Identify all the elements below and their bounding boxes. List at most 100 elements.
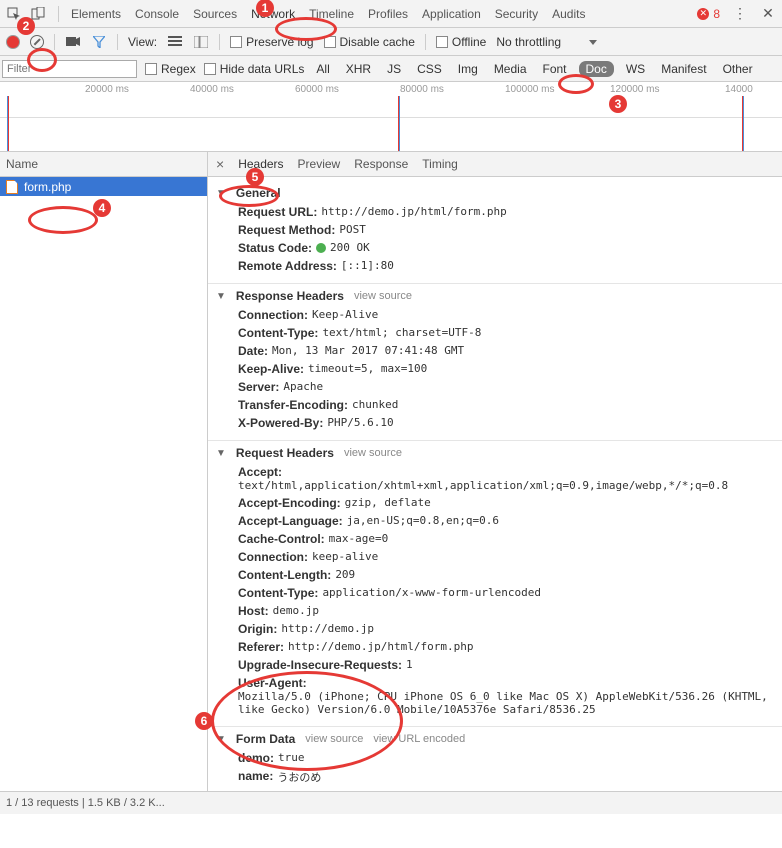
panel-tabs: Elements Console Sources Network Timelin… bbox=[71, 1, 685, 27]
network-toolbar: View: Preserve log Disable cache Offline… bbox=[0, 28, 782, 56]
tab-timeline[interactable]: Timeline bbox=[309, 1, 354, 27]
separator bbox=[425, 34, 426, 50]
preserve-log-checkbox[interactable]: Preserve log bbox=[230, 35, 313, 49]
column-header-name[interactable]: Name bbox=[0, 152, 207, 177]
camera-icon[interactable] bbox=[65, 34, 81, 50]
v: Mon, 13 Mar 2017 07:41:48 GMT bbox=[272, 344, 464, 358]
tab-response[interactable]: Response bbox=[354, 152, 408, 176]
section-title: Request Headers bbox=[236, 446, 334, 460]
clear-button[interactable] bbox=[30, 35, 44, 49]
separator bbox=[58, 6, 59, 22]
v: demo.jp bbox=[273, 604, 319, 618]
chip-media[interactable]: Media bbox=[490, 60, 531, 78]
tab-application[interactable]: Application bbox=[422, 1, 481, 27]
view-source-link[interactable]: view source bbox=[354, 290, 412, 302]
tab-sources[interactable]: Sources bbox=[193, 1, 237, 27]
k: name: bbox=[238, 769, 273, 785]
k: demo: bbox=[238, 751, 274, 765]
regex-label: Regex bbox=[161, 62, 196, 76]
view-url-encoded-link[interactable]: view URL encoded bbox=[373, 733, 465, 745]
chip-css[interactable]: CSS bbox=[413, 60, 446, 78]
k: Content-Type: bbox=[238, 326, 318, 340]
error-indicator[interactable]: ✕ 8 bbox=[697, 7, 720, 21]
menu-icon[interactable]: ⋮ bbox=[732, 6, 748, 22]
request-name: form.php bbox=[24, 180, 71, 194]
k: Connection: bbox=[238, 308, 308, 322]
inspect-icon[interactable] bbox=[6, 6, 22, 22]
disclosure-icon[interactable]: ▼ bbox=[216, 188, 226, 199]
chip-doc[interactable]: Doc bbox=[579, 61, 614, 77]
section-title: General bbox=[236, 186, 281, 200]
v: http://demo.jp/html/form.php bbox=[288, 640, 473, 654]
device-icon[interactable] bbox=[30, 6, 46, 22]
regex-checkbox[interactable]: Regex bbox=[145, 62, 196, 76]
disable-cache-checkbox[interactable]: Disable cache bbox=[324, 35, 415, 49]
throttling-select[interactable]: No throttling bbox=[496, 35, 601, 49]
preserve-log-label: Preserve log bbox=[246, 35, 313, 49]
v: 宮崎県宮崎市 bbox=[292, 789, 358, 791]
v: application/x-www-form-urlencoded bbox=[322, 586, 541, 600]
close-details-icon[interactable]: × bbox=[216, 156, 224, 172]
v: Keep-Alive bbox=[312, 308, 378, 322]
chip-xhr[interactable]: XHR bbox=[342, 60, 375, 78]
close-icon[interactable]: ✕ bbox=[760, 6, 776, 22]
separator bbox=[219, 34, 220, 50]
record-button[interactable] bbox=[6, 35, 20, 49]
chip-ws[interactable]: WS bbox=[622, 60, 649, 78]
v: 209 bbox=[335, 568, 355, 582]
k: Request URL: bbox=[238, 205, 317, 219]
filter-icon[interactable] bbox=[91, 34, 107, 50]
tab-audits[interactable]: Audits bbox=[552, 1, 585, 27]
tab-elements[interactable]: Elements bbox=[71, 1, 121, 27]
chip-all[interactable]: All bbox=[312, 60, 333, 78]
k: Status Code: bbox=[238, 241, 312, 255]
tab-network[interactable]: Network bbox=[251, 1, 295, 27]
view-detail-icon[interactable] bbox=[193, 34, 209, 50]
k: Server: bbox=[238, 380, 279, 394]
v: gzip, deflate bbox=[345, 496, 431, 510]
disclosure-icon[interactable]: ▼ bbox=[216, 734, 226, 745]
chip-img[interactable]: Img bbox=[454, 60, 482, 78]
tab-console[interactable]: Console bbox=[135, 1, 179, 27]
v: ja,en-US;q=0.8,en;q=0.6 bbox=[347, 514, 499, 528]
view-source-link[interactable]: view source bbox=[344, 447, 402, 459]
details-tabs: × Headers Preview Response Timing bbox=[208, 152, 782, 177]
tab-preview[interactable]: Preview bbox=[298, 152, 341, 176]
details-panel: × Headers Preview Response Timing ▼ Gener… bbox=[208, 152, 782, 791]
filter-input[interactable] bbox=[2, 60, 137, 78]
devtools-topbar: Elements Console Sources Network Timelin… bbox=[0, 0, 782, 28]
disclosure-icon[interactable]: ▼ bbox=[216, 291, 226, 302]
tick: 80000 ms bbox=[400, 84, 444, 95]
chip-manifest[interactable]: Manifest bbox=[657, 60, 710, 78]
tab-profiles[interactable]: Profiles bbox=[368, 1, 408, 27]
v: 1 bbox=[406, 658, 413, 672]
chip-other[interactable]: Other bbox=[719, 60, 757, 78]
request-row[interactable]: form.php bbox=[0, 177, 207, 196]
chip-js[interactable]: JS bbox=[383, 60, 405, 78]
view-list-icon[interactable] bbox=[167, 34, 183, 50]
offline-checkbox[interactable]: Offline bbox=[436, 35, 486, 49]
v: [::1]:80 bbox=[341, 259, 394, 273]
tab-timing[interactable]: Timing bbox=[422, 152, 458, 176]
tick: 100000 ms bbox=[505, 84, 554, 95]
v: text/html; charset=UTF-8 bbox=[322, 326, 481, 340]
disclosure-icon[interactable]: ▼ bbox=[216, 448, 226, 459]
k: Date: bbox=[238, 344, 268, 358]
error-icon: ✕ bbox=[697, 8, 709, 20]
section-title: Response Headers bbox=[236, 289, 344, 303]
view-source-link[interactable]: view source bbox=[305, 733, 363, 745]
tab-security[interactable]: Security bbox=[495, 1, 538, 27]
v: POST bbox=[339, 223, 366, 237]
timeline-overview[interactable]: 20000 ms 40000 ms 60000 ms 80000 ms 1000… bbox=[0, 82, 782, 152]
filter-bar: Regex Hide data URLs All XHR JS CSS Img … bbox=[0, 56, 782, 82]
tab-headers[interactable]: Headers bbox=[238, 152, 283, 176]
chip-font[interactable]: Font bbox=[539, 60, 571, 78]
disable-cache-label: Disable cache bbox=[340, 35, 415, 49]
headers-content: ▼ General Request URL: http://demo.jp/html… bbox=[208, 177, 782, 791]
view-label: View: bbox=[128, 35, 157, 49]
tick: 14000 bbox=[725, 84, 753, 95]
hide-data-urls-checkbox[interactable]: Hide data URLs bbox=[204, 62, 305, 76]
section-form-data: ▼Form Dataview sourceview URL encoded de… bbox=[208, 727, 782, 791]
status-dot-icon bbox=[316, 243, 326, 253]
separator bbox=[54, 34, 55, 50]
